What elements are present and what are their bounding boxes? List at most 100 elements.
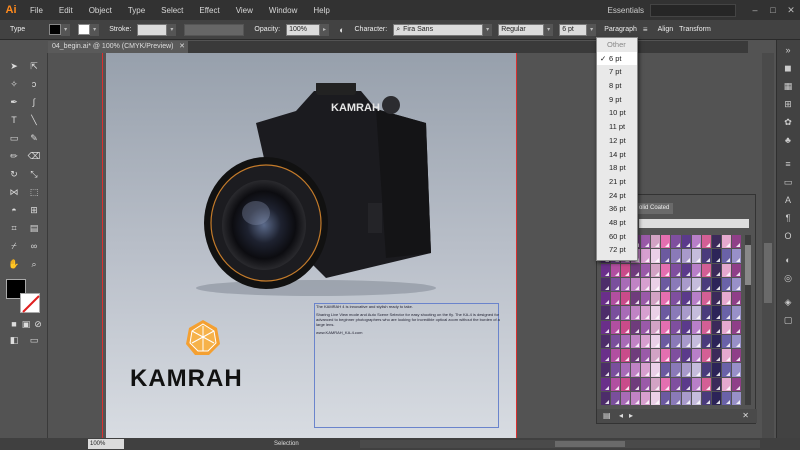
next-library-icon[interactable]: ▸ — [629, 411, 633, 420]
screen-mode-icon[interactable]: ▭ — [26, 333, 42, 347]
appearance-panel-icon[interactable]: ◎ — [781, 272, 795, 284]
swatch[interactable] — [621, 334, 631, 348]
swatch[interactable] — [681, 391, 691, 405]
opacity-dropdown[interactable]: ▸ — [320, 23, 330, 36]
swatch[interactable] — [721, 320, 731, 334]
swatch[interactable] — [651, 334, 661, 348]
swatch[interactable] — [641, 377, 651, 391]
swatch[interactable] — [621, 292, 631, 306]
swatch[interactable] — [681, 377, 691, 391]
swatch[interactable] — [651, 292, 661, 306]
swatch[interactable] — [641, 235, 651, 249]
swatch[interactable] — [631, 306, 641, 320]
swatch[interactable] — [621, 377, 631, 391]
swatch[interactable] — [681, 249, 691, 263]
menu-object[interactable]: Object — [81, 6, 120, 15]
close-icon[interactable]: ✕ — [782, 0, 800, 20]
swatch[interactable] — [691, 263, 701, 277]
eyedropper-tool-icon[interactable]: ⌿ — [6, 239, 22, 253]
swatch[interactable] — [621, 306, 631, 320]
swatch[interactable] — [601, 306, 611, 320]
font-size-option[interactable]: 12 pt — [597, 134, 637, 148]
swatch[interactable] — [701, 363, 711, 377]
gradient-panel-icon[interactable]: ▭ — [781, 176, 795, 188]
swatch[interactable] — [611, 349, 621, 363]
menu-select[interactable]: Select — [153, 6, 191, 15]
swatch[interactable] — [681, 334, 691, 348]
symbols-panel-icon[interactable]: ♣ — [781, 134, 795, 146]
swatch[interactable] — [611, 334, 621, 348]
pencil-tool-icon[interactable]: ✏ — [6, 149, 22, 163]
swatch[interactable] — [601, 349, 611, 363]
artboards-panel-icon[interactable]: ▢ — [781, 314, 795, 326]
swatch[interactable] — [711, 292, 721, 306]
font-size-option[interactable]: ✓ 6 pt — [597, 51, 637, 66]
swatch[interactable] — [671, 306, 681, 320]
line-tool-icon[interactable]: ╲ — [26, 113, 42, 127]
swatch[interactable] — [621, 320, 631, 334]
swatch[interactable] — [731, 263, 741, 277]
swatch[interactable] — [701, 263, 711, 277]
swatch[interactable] — [601, 334, 611, 348]
font-size-option[interactable]: 24 pt — [597, 189, 637, 203]
layers-panel-icon[interactable]: ◈ — [781, 296, 795, 308]
swatch[interactable] — [731, 391, 741, 405]
none-mode-icon[interactable]: ⊘ — [30, 317, 46, 331]
delete-icon[interactable]: ✕ — [742, 411, 749, 420]
swatch[interactable] — [721, 306, 731, 320]
swatch[interactable] — [691, 349, 701, 363]
character-label[interactable]: Character: — [355, 26, 388, 33]
swatch[interactable] — [721, 391, 731, 405]
swatch[interactable] — [721, 377, 731, 391]
panel-search-input[interactable] — [639, 219, 749, 228]
swatch[interactable] — [681, 292, 691, 306]
swatch[interactable] — [631, 363, 641, 377]
swatch[interactable] — [731, 334, 741, 348]
direct-selection-tool-icon[interactable]: ⇱ — [26, 59, 42, 73]
stroke-color-swatch[interactable] — [20, 293, 40, 313]
font-size-option[interactable]: 18 pt — [597, 161, 637, 175]
stroke-weight-dropdown[interactable]: ▾ — [167, 23, 177, 36]
swatch[interactable] — [711, 377, 721, 391]
swatch[interactable] — [661, 349, 671, 363]
swatch[interactable] — [691, 334, 701, 348]
swatch[interactable] — [711, 277, 721, 291]
font-family-dropdown[interactable]: ▾ — [483, 23, 493, 36]
swatch[interactable] — [651, 277, 661, 291]
fill-dropdown[interactable]: ▾ — [61, 23, 71, 36]
swatch[interactable] — [631, 377, 641, 391]
swatch[interactable] — [721, 249, 731, 263]
swatch[interactable] — [611, 391, 621, 405]
shape-builder-tool-icon[interactable]: ◓ — [6, 203, 22, 217]
font-size-option[interactable]: 8 pt — [597, 79, 637, 93]
library-menu-icon[interactable]: ▤ — [603, 411, 611, 420]
maximize-icon[interactable]: □ — [764, 0, 782, 20]
swatch[interactable] — [691, 363, 701, 377]
font-style-dropdown[interactable]: ▾ — [544, 23, 554, 36]
swatch[interactable] — [661, 277, 671, 291]
stroke-weight-field[interactable] — [137, 23, 168, 36]
swatch[interactable] — [681, 306, 691, 320]
swatch[interactable] — [661, 334, 671, 348]
swatch[interactable] — [671, 263, 681, 277]
draw-mode-icon[interactable]: ◧ — [6, 333, 22, 347]
rotate-tool-icon[interactable]: ↻ — [6, 167, 22, 181]
menu-help[interactable]: Help — [305, 6, 337, 15]
swatch[interactable] — [711, 334, 721, 348]
selection-tool-icon[interactable]: ➤ — [6, 59, 22, 73]
menu-type[interactable]: Type — [120, 6, 153, 15]
font-size-option[interactable]: 36 pt — [597, 202, 637, 216]
panel-scrollbar[interactable] — [745, 235, 751, 405]
canvas-horizontal-scrollbar[interactable] — [360, 440, 760, 448]
swatch[interactable] — [661, 263, 671, 277]
color-panel-icon[interactable]: ◼ — [781, 62, 795, 74]
swatch[interactable] — [711, 391, 721, 405]
swatch[interactable] — [701, 235, 711, 249]
swatch[interactable] — [631, 349, 641, 363]
type-tool-icon[interactable]: T — [6, 113, 22, 127]
swatch[interactable] — [641, 391, 651, 405]
stroke-panel-icon[interactable]: ≡ — [781, 158, 795, 170]
menu-view[interactable]: View — [228, 6, 261, 15]
zoom-field[interactable]: 100% — [88, 439, 124, 449]
swatch[interactable] — [721, 277, 731, 291]
